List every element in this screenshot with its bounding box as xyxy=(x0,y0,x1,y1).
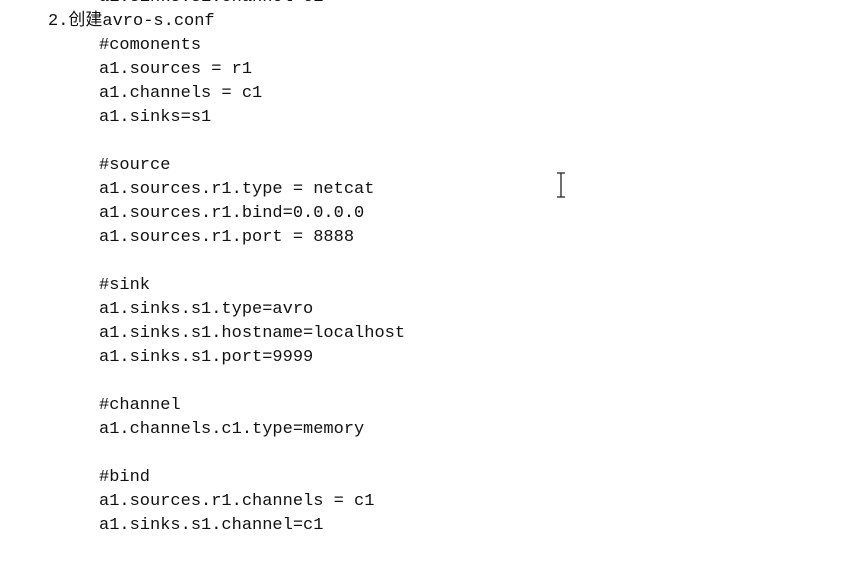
previous-config-line: a1.sinks.s1.channel=c1 xyxy=(0,0,841,10)
config-line: a1.channels.c1.type=memory xyxy=(99,420,365,439)
config-line: a1.channels = c1 xyxy=(99,84,263,103)
config-line: a1.sinks.s1.type=avro xyxy=(99,300,314,319)
config-line: a1.sources.r1.channels = c1 xyxy=(99,492,375,511)
channel-comment: #channel xyxy=(99,396,181,415)
step-heading: 2.创建avro-s.conf xyxy=(48,12,215,31)
config-line: a1.sinks.s1.channel=c1 xyxy=(99,516,324,535)
text-cursor-icon xyxy=(557,172,565,198)
config-line: a1.sources.r1.type = netcat xyxy=(99,180,375,199)
config-line: a1.sinks.s1.hostname=localhost xyxy=(99,324,406,343)
components-comment: #comonents xyxy=(99,36,202,55)
config-line: a1.sinks.s1.port=9999 xyxy=(99,348,314,367)
config-line: a1.sources = r1 xyxy=(99,60,253,79)
bind-comment: #bind xyxy=(99,468,151,487)
sink-comment: #sink xyxy=(99,276,151,295)
config-line: a1.sources.r1.port = 8888 xyxy=(99,228,355,247)
config-line: a1.sinks=s1 xyxy=(99,108,212,127)
config-document: a1.sinks.s1.channel=c1 2.创建avro-s.conf #… xyxy=(0,0,841,538)
source-comment: #source xyxy=(99,156,171,175)
config-line: a1.sources.r1.bind=0.0.0.0 xyxy=(99,204,365,223)
